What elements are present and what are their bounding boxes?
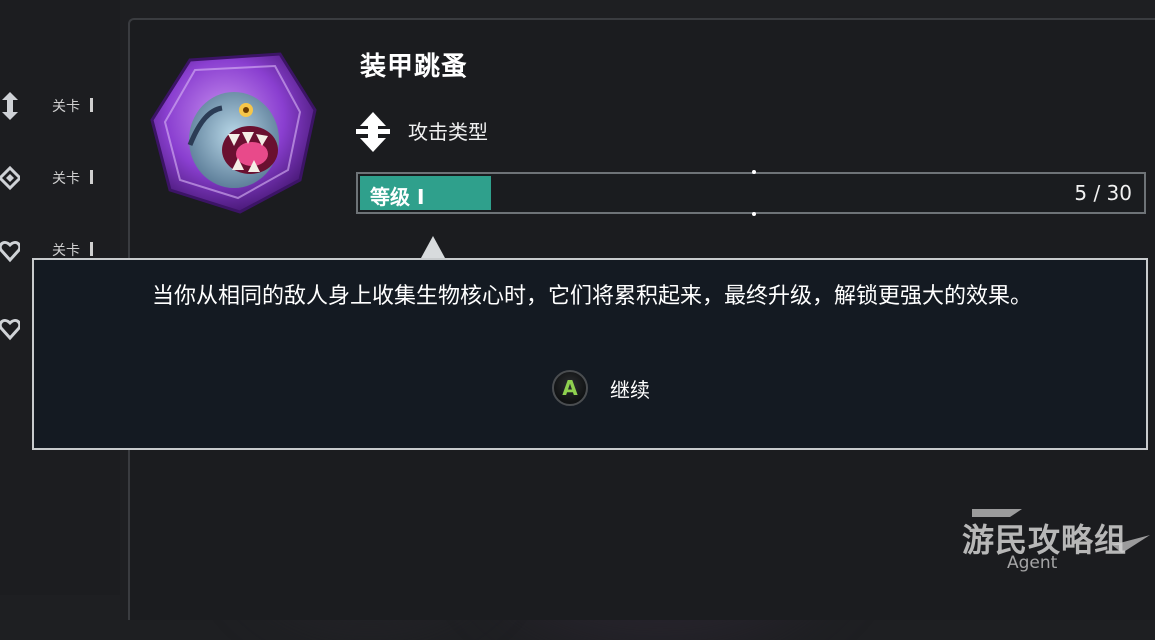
heart-icon — [0, 234, 22, 266]
watermark: 游民攻略组 Agent — [962, 505, 1152, 590]
continue-label: 继续 — [610, 377, 650, 402]
level-progress-bar: 等级 I 5 / 30 — [356, 170, 1146, 216]
rail-level-marker — [90, 98, 93, 112]
creature-portrait-icon — [150, 50, 318, 215]
a-button-icon: A — [552, 370, 588, 406]
rail-item-label: 关卡 — [52, 171, 80, 187]
dialog-message: 当你从相同的敌人身上收集生物核心时，它们将累积起来，最终升级，解锁更强大的效果。 — [151, 284, 1032, 309]
rail-item-2[interactable]: 关卡 — [0, 162, 110, 198]
rail-item-label: 关卡 — [52, 99, 80, 115]
watermark-subtext: Agent — [1007, 553, 1058, 573]
progress-count: 5 / 30 — [1074, 181, 1132, 205]
attack-type-icon — [356, 112, 390, 152]
diamond-icon — [0, 162, 23, 194]
progress-tick — [752, 170, 756, 174]
rail-level-marker — [90, 242, 93, 256]
heart-icon — [0, 312, 22, 344]
tutorial-dialog: 当你从相同的敌人身上收集生物核心时，它们将累积起来，最终升级，解锁更强大的效果。… — [32, 258, 1148, 450]
rail-item-1[interactable]: 关卡 — [0, 90, 110, 126]
continue-button[interactable]: A 继续 — [552, 368, 650, 408]
rail-item-label: 关卡 — [52, 243, 80, 259]
tooltip-pointer — [421, 236, 445, 258]
attack-type-label: 攻击类型 — [408, 120, 488, 144]
level-label: 等级 I — [370, 185, 425, 209]
rail-level-marker — [90, 170, 93, 184]
progress-tick — [752, 212, 756, 216]
creature-name: 装甲跳蚤 — [360, 52, 469, 82]
attack-arrow-icon — [0, 90, 20, 122]
